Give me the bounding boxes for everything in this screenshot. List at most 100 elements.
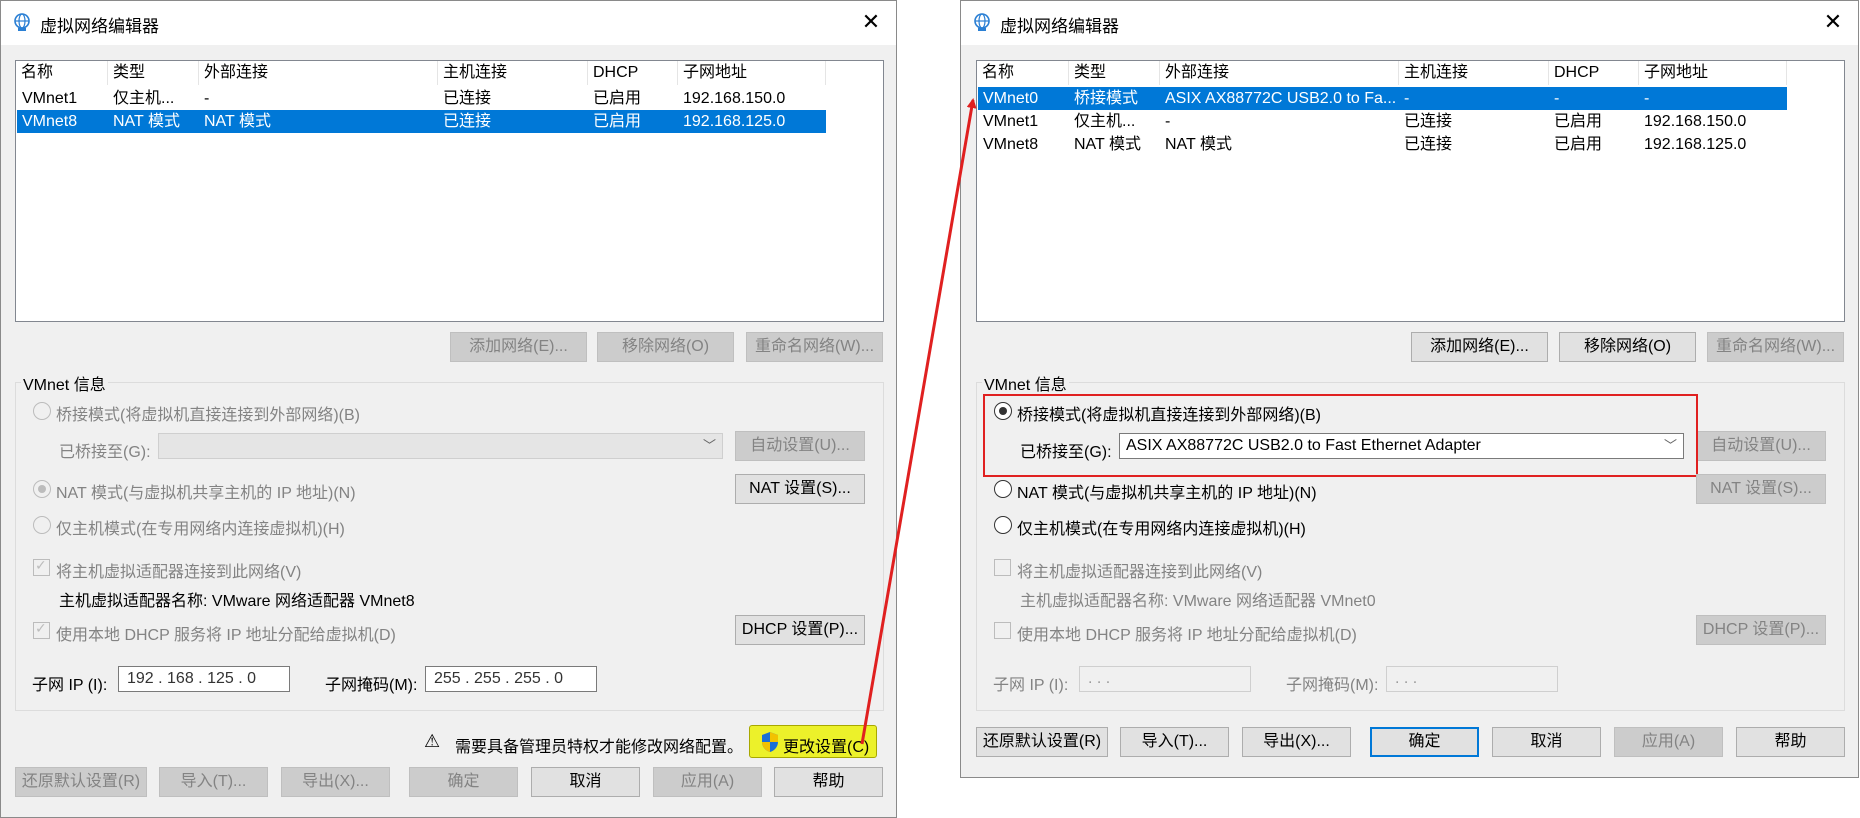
- col-external[interactable]: 外部连接: [1160, 61, 1399, 85]
- help-button[interactable]: 帮助: [1736, 727, 1845, 757]
- cell-external: -: [204, 90, 210, 107]
- cell-host: 已连接: [443, 113, 492, 130]
- use-dhcp-label: 使用本地 DHCP 服务将 IP 地址分配给虚拟机(D): [1017, 627, 1357, 644]
- ok-button[interactable]: 确定: [409, 767, 518, 797]
- left-dialog: 虚拟网络编辑器 ✕ 名称 类型 外部连接 主机连接 DHCP 子网地址 VMne…: [0, 0, 897, 818]
- col-type[interactable]: 类型: [108, 61, 199, 85]
- cell-subnet: -: [1644, 90, 1650, 107]
- cancel-button[interactable]: 取消: [1492, 727, 1601, 757]
- network-globe-icon: [14, 13, 30, 31]
- change-settings-button[interactable]: 更改设置(C): [783, 733, 869, 757]
- restore-defaults-button[interactable]: 还原默认设置(R): [15, 767, 147, 797]
- cell-type: 仅主机...: [113, 90, 175, 107]
- col-subnet[interactable]: 子网地址: [1639, 61, 1787, 85]
- rename-network-button[interactable]: 重命名网络(W)...: [746, 332, 883, 362]
- export-button[interactable]: 导出(X)...: [1242, 727, 1351, 757]
- host-only-label: 仅主机模式(在专用网络内连接虚拟机)(H): [56, 521, 345, 538]
- network-list[interactable]: 名称 类型 外部连接 主机连接 DHCP 子网地址 VMnet1 仅主机... …: [15, 60, 884, 322]
- col-host[interactable]: 主机连接: [438, 61, 588, 85]
- connect-adapter-checkbox[interactable]: [994, 559, 1011, 576]
- close-icon[interactable]: ✕: [1820, 9, 1846, 35]
- bridge-highlight-box: [983, 394, 1698, 477]
- ok-button[interactable]: 确定: [1370, 727, 1479, 757]
- cancel-button[interactable]: 取消: [531, 767, 640, 797]
- col-name[interactable]: 名称: [16, 61, 108, 85]
- cell-type: 桥接模式: [1074, 90, 1139, 107]
- dhcp-settings-button[interactable]: DHCP 设置(P)...: [735, 615, 865, 645]
- col-dhcp[interactable]: DHCP: [1549, 61, 1639, 85]
- auto-settings-button[interactable]: 自动设置(U)...: [735, 431, 865, 461]
- chevron-down-icon: ﹀: [702, 438, 716, 453]
- add-network-button[interactable]: 添加网络(E)...: [1411, 332, 1548, 362]
- col-host[interactable]: 主机连接: [1399, 61, 1549, 85]
- cell-name: VMnet8: [22, 113, 78, 130]
- col-dhcp[interactable]: DHCP: [588, 61, 678, 85]
- cell-dhcp: 已启用: [1554, 113, 1603, 130]
- cell-external: ASIX AX88772C USB2.0 to Fa...: [1165, 90, 1397, 107]
- cell-external: -: [1165, 113, 1171, 130]
- nat-settings-button[interactable]: NAT 设置(S)...: [735, 474, 865, 504]
- col-external[interactable]: 外部连接: [199, 61, 438, 85]
- admin-warning-text: 需要具备管理员特权才能修改网络配置。: [455, 739, 744, 756]
- subnet-mask-field[interactable]: . . .: [1386, 666, 1558, 692]
- nat-settings-button[interactable]: NAT 设置(S)...: [1696, 474, 1826, 504]
- cell-name: VMnet8: [983, 136, 1039, 153]
- table-row[interactable]: VMnet1 仅主机... - 已连接 已启用 192.168.150.0: [978, 110, 1787, 133]
- remove-network-button[interactable]: 移除网络(O): [597, 332, 734, 362]
- remove-network-button[interactable]: 移除网络(O): [1559, 332, 1696, 362]
- connect-adapter-label: 将主机虚拟适配器连接到此网络(V): [56, 564, 302, 581]
- adapter-name-text: 主机虚拟适配器名称: VMware 网络适配器 VMnet8: [59, 593, 415, 610]
- host-only-radio[interactable]: [33, 516, 51, 534]
- add-network-button[interactable]: 添加网络(E)...: [450, 332, 587, 362]
- cell-type: NAT 模式: [113, 113, 180, 130]
- adapter-name-text: 主机虚拟适配器名称: VMware 网络适配器 VMnet0: [1020, 593, 1376, 610]
- col-type[interactable]: 类型: [1069, 61, 1160, 85]
- apply-button[interactable]: 应用(A): [1614, 727, 1723, 757]
- network-globe-icon: [974, 13, 990, 31]
- vmnet-info-label: VMnet 信息: [21, 371, 108, 395]
- cell-host: 已连接: [1404, 113, 1453, 130]
- cell-subnet: 192.168.150.0: [1644, 113, 1747, 130]
- network-list[interactable]: 名称 类型 外部连接 主机连接 DHCP 子网地址 VMnet0 桥接模式 AS…: [976, 60, 1845, 322]
- import-button[interactable]: 导入(T)...: [1120, 727, 1229, 757]
- cell-subnet: 192.168.125.0: [1644, 136, 1747, 153]
- export-button[interactable]: 导出(X)...: [281, 767, 390, 797]
- subnet-mask-field[interactable]: 255 . 255 . 255 . 0: [425, 666, 597, 692]
- rename-network-button[interactable]: 重命名网络(W)...: [1707, 332, 1844, 362]
- help-button[interactable]: 帮助: [774, 767, 883, 797]
- subnet-ip-field[interactable]: . . .: [1079, 666, 1251, 692]
- table-row[interactable]: VMnet1 仅主机... - 已连接 已启用 192.168.150.0: [17, 87, 826, 110]
- restore-defaults-button[interactable]: 还原默认设置(R): [976, 727, 1108, 757]
- cell-type: NAT 模式: [1074, 136, 1141, 153]
- left-title-bar: 虚拟网络编辑器 ✕: [1, 1, 896, 45]
- cell-name: VMnet1: [22, 90, 78, 107]
- cell-host: 已连接: [1404, 136, 1453, 153]
- subnet-ip-field[interactable]: 192 . 168 . 125 . 0: [118, 666, 290, 692]
- col-name[interactable]: 名称: [977, 61, 1069, 85]
- right-dialog: 虚拟网络编辑器 ✕ 名称 类型 外部连接 主机连接 DHCP 子网地址 VMne…: [960, 0, 1859, 778]
- cell-external: NAT 模式: [1165, 136, 1232, 153]
- subnet-ip-label: 子网 IP (I):: [32, 677, 108, 694]
- bridged-to-select[interactable]: ﹀: [158, 433, 723, 459]
- bridge-mode-radio[interactable]: [33, 402, 51, 420]
- table-row[interactable]: VMnet8 NAT 模式 NAT 模式 已连接 已启用 192.168.125…: [978, 133, 1787, 156]
- nat-mode-radio[interactable]: [994, 480, 1012, 498]
- apply-button[interactable]: 应用(A): [653, 767, 762, 797]
- col-subnet[interactable]: 子网地址: [678, 61, 826, 85]
- use-dhcp-checkbox[interactable]: [994, 622, 1011, 639]
- bridge-mode-label: 桥接模式(将虚拟机直接连接到外部网络)(B): [56, 407, 360, 424]
- table-row[interactable]: VMnet8 NAT 模式 NAT 模式 已连接 已启用 192.168.125…: [17, 110, 826, 133]
- table-row[interactable]: VMnet0 桥接模式 ASIX AX88772C USB2.0 to Fa..…: [978, 87, 1787, 110]
- auto-settings-button[interactable]: 自动设置(U)...: [1696, 431, 1826, 461]
- cell-dhcp: 已启用: [1554, 136, 1603, 153]
- list-header: 名称 类型 外部连接 主机连接 DHCP 子网地址: [977, 61, 1844, 85]
- host-only-radio[interactable]: [994, 516, 1012, 534]
- connect-adapter-checkbox[interactable]: ✓: [33, 557, 50, 576]
- cell-subnet: 192.168.125.0: [683, 113, 786, 130]
- nat-mode-radio[interactable]: [33, 480, 51, 498]
- nat-mode-label: NAT 模式(与虚拟机共享主机的 IP 地址)(N): [56, 485, 356, 502]
- close-icon[interactable]: ✕: [858, 9, 884, 35]
- dhcp-settings-button[interactable]: DHCP 设置(P)...: [1696, 615, 1826, 645]
- import-button[interactable]: 导入(T)...: [159, 767, 268, 797]
- use-dhcp-checkbox[interactable]: ✓: [33, 620, 50, 639]
